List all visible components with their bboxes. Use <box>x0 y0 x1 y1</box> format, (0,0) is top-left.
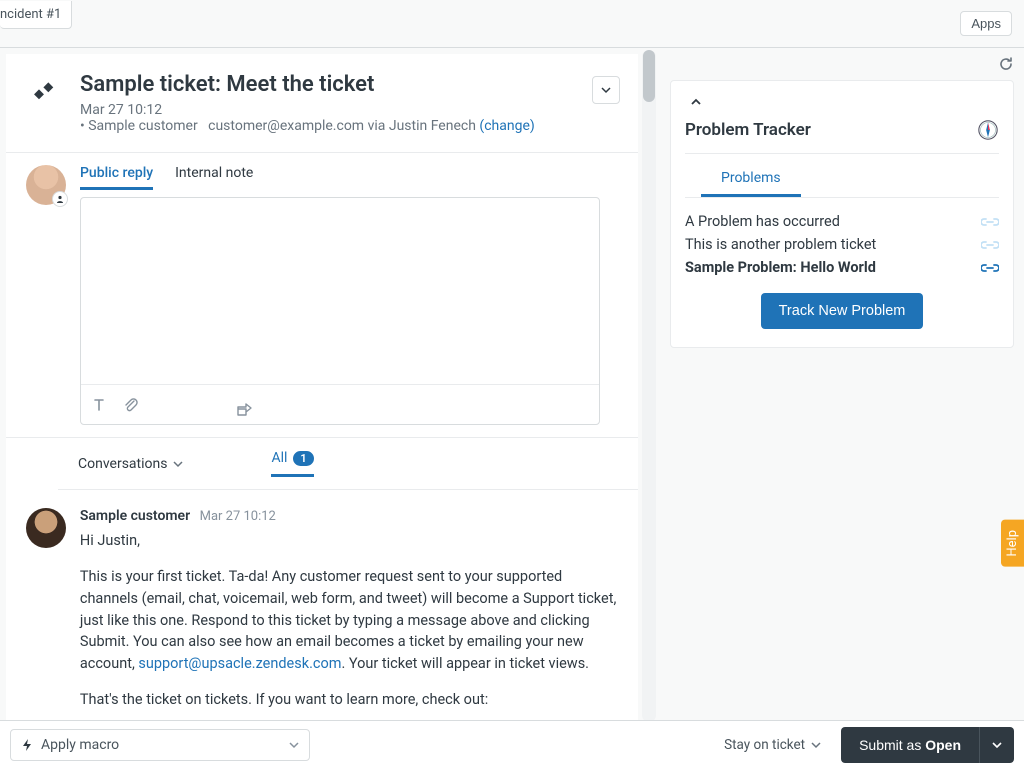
ticket-options-toggle[interactable] <box>592 76 620 104</box>
window-tab[interactable]: ncident #1 <box>0 1 72 29</box>
problem-label: Sample Problem: Hello World <box>685 259 876 276</box>
chevron-down-icon <box>811 740 821 750</box>
apps-sidebar: Problem Tracker Problems A Problem has o… <box>658 48 1024 720</box>
message-greeting: Hi Justin, <box>80 530 618 552</box>
panel-title: Problem Tracker <box>685 120 811 140</box>
apply-macro-dropdown[interactable]: Apply macro <box>10 729 310 761</box>
problem-row[interactable]: A Problem has occurred <box>685 210 999 233</box>
filter-all-label: All <box>271 450 287 466</box>
ticket-type-icon <box>26 72 66 112</box>
stay-on-ticket-dropdown[interactable]: Stay on ticket <box>724 737 821 753</box>
link-icon <box>981 239 999 251</box>
reply-editor[interactable] <box>80 197 600 425</box>
requester-email: customer@example.com <box>208 118 364 134</box>
link-icon <box>981 262 999 274</box>
chevron-down-icon <box>601 85 611 95</box>
customer-avatar <box>26 508 66 548</box>
change-requester-link[interactable]: (change) <box>479 118 534 134</box>
conversations-label: Conversations <box>78 456 167 472</box>
ticket-header: Sample ticket: Meet the ticket Mar 27 10… <box>6 54 638 153</box>
collapse-panel-button[interactable] <box>685 91 707 113</box>
apps-button[interactable]: Apps <box>960 11 1012 36</box>
problem-row[interactable]: This is another problem ticket <box>685 233 999 256</box>
problem-row-active[interactable]: Sample Problem: Hello World <box>685 256 999 279</box>
extension-icon[interactable] <box>223 391 589 419</box>
compass-icon <box>977 119 999 141</box>
top-bar: ncident #1 Apps <box>0 0 1024 48</box>
link-icon <box>981 216 999 228</box>
support-email-link[interactable]: support@upsacle.zendesk.com <box>138 655 341 672</box>
message-time: Mar 27 10:12 <box>200 509 276 524</box>
message-paragraph-2: That's the ticket on tickets. If you wan… <box>80 689 618 711</box>
bolt-icon <box>21 738 33 752</box>
footer-bar: Apply macro Stay on ticket Submit as Ope… <box>0 720 1024 768</box>
ticket-pane: Sample ticket: Meet the ticket Mar 27 10… <box>0 48 658 720</box>
chevron-up-icon <box>690 96 702 108</box>
scrollbar[interactable] <box>642 50 656 720</box>
conversations-dropdown[interactable]: Conversations <box>78 456 183 472</box>
text-format-icon[interactable] <box>91 397 107 413</box>
agent-avatar <box>26 165 66 205</box>
ticket-timestamp: Mar 27 10:12 <box>80 102 162 118</box>
tab-problems[interactable]: Problems <box>701 162 801 197</box>
problem-label: A Problem has occurred <box>685 213 840 230</box>
requester-name: • Sample customer <box>80 118 198 134</box>
help-tab[interactable]: Help <box>1001 520 1024 567</box>
track-new-problem-button[interactable]: Track New Problem <box>761 293 924 329</box>
submit-button[interactable]: Submit as Open <box>841 727 979 763</box>
stay-label: Stay on ticket <box>724 737 805 753</box>
chevron-down-icon <box>289 740 299 750</box>
message-paragraph-1: This is your first ticket. Ta-da! Any cu… <box>80 566 618 675</box>
problem-tracker-panel: Problem Tracker Problems A Problem has o… <box>670 80 1014 348</box>
attachment-icon[interactable] <box>123 397 139 413</box>
submit-dropdown-button[interactable] <box>979 727 1014 763</box>
message: Sample customer Mar 27 10:12 Hi Justin, … <box>6 490 638 720</box>
tab-public-reply[interactable]: Public reply <box>80 165 153 190</box>
apply-macro-label: Apply macro <box>41 737 119 753</box>
tab-internal-note[interactable]: Internal note <box>175 165 253 190</box>
message-author: Sample customer <box>80 508 190 524</box>
filter-count-badge: 1 <box>293 451 313 466</box>
agent-badge-icon <box>52 191 68 207</box>
filter-all[interactable]: All 1 <box>271 450 313 477</box>
chevron-down-icon <box>173 459 183 469</box>
chevron-down-icon <box>992 740 1002 750</box>
refresh-icon[interactable] <box>998 56 1014 72</box>
ticket-title: Sample ticket: Meet the ticket <box>80 72 535 98</box>
problem-label: This is another problem ticket <box>685 236 876 253</box>
via-text: via Justin Fenech <box>368 118 476 134</box>
